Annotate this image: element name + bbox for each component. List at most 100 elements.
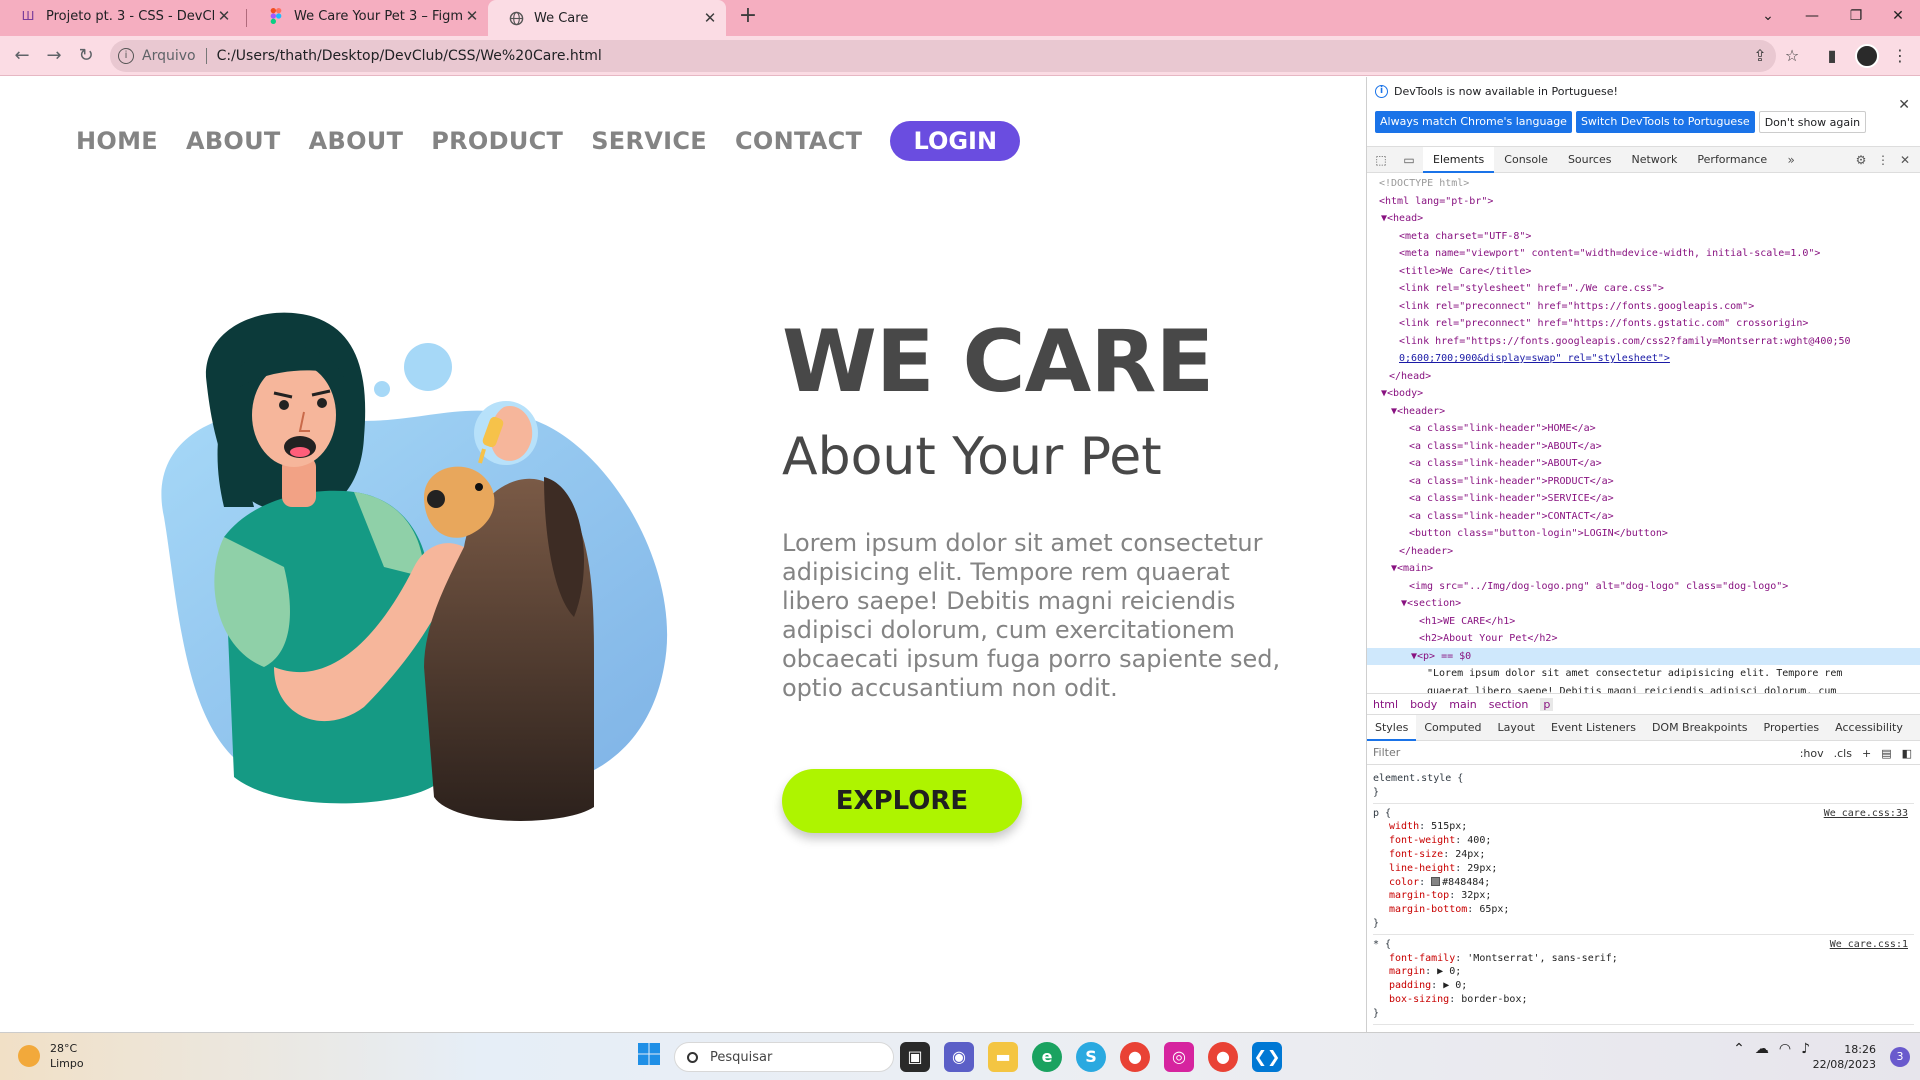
weather-widget[interactable]: 28°C Limpo: [18, 1041, 84, 1071]
dom-line[interactable]: <a class="link-header">ABOUT</a>: [1367, 455, 1920, 473]
explore-button[interactable]: EXPLORE: [782, 769, 1022, 833]
dom-line-selected[interactable]: ▼<p> == $0: [1367, 647, 1920, 665]
tab-figma[interactable]: We Care Your Pet 3 – Figma ✕: [248, 0, 488, 32]
styles-filter[interactable]: Filter :hov .cls + ▤ ◧: [1367, 741, 1920, 765]
rule-selector[interactable]: element.style {: [1373, 772, 1914, 786]
dom-line[interactable]: quaerat libero saepe! Debitis magni reic…: [1367, 683, 1920, 694]
tab-styles[interactable]: Styles: [1367, 714, 1417, 741]
bookmark-star-icon[interactable]: ☆: [1780, 44, 1804, 68]
tab-search-icon[interactable]: ⌄: [1746, 2, 1790, 30]
login-button[interactable]: LOGIN: [890, 121, 1021, 161]
close-tab-icon[interactable]: ✕: [214, 7, 234, 25]
tab-performance[interactable]: Performance: [1687, 147, 1777, 173]
tab-properties[interactable]: Properties: [1756, 715, 1828, 741]
dom-line[interactable]: <a class="link-header">ABOUT</a>: [1367, 438, 1920, 456]
task-view-icon[interactable]: ▣: [900, 1042, 930, 1072]
dom-line[interactable]: 0;600;700;900&display=swap" rel="stylesh…: [1367, 350, 1920, 368]
forward-arrow-icon[interactable]: →: [42, 44, 66, 68]
switch-portuguese-button[interactable]: Switch DevTools to Portuguese: [1575, 111, 1755, 133]
dom-line[interactable]: <a class="link-header">HOME</a>: [1367, 420, 1920, 438]
close-icon[interactable]: ✕: [1898, 97, 1910, 113]
tab-event-listeners[interactable]: Event Listeners: [1543, 715, 1644, 741]
share-icon[interactable]: ⇪: [1748, 44, 1772, 68]
settings-gear-icon[interactable]: ⚙: [1850, 153, 1872, 167]
instagram-icon[interactable]: ◎: [1164, 1042, 1194, 1072]
chrome-profile-icon[interactable]: ●: [1208, 1042, 1238, 1072]
hover-state-toggle[interactable]: :hov: [1800, 747, 1824, 760]
tab-network[interactable]: Network: [1621, 147, 1687, 173]
back-arrow-icon[interactable]: ←: [10, 44, 34, 68]
dom-line[interactable]: ▼<head>: [1367, 210, 1920, 228]
dom-line[interactable]: ▼<body>: [1367, 385, 1920, 403]
vscode-icon[interactable]: ❮❯: [1252, 1042, 1282, 1072]
breadcrumb-html[interactable]: html: [1373, 698, 1398, 711]
rule-source-link[interactable]: We care.css:1: [1830, 938, 1908, 952]
dom-line[interactable]: <img src="../Img/dog-logo.png" alt="dog-…: [1367, 578, 1920, 596]
tab-we-care[interactable]: We Care ✕: [488, 0, 726, 36]
dom-line[interactable]: <link href="https://fonts.googleapis.com…: [1367, 333, 1920, 351]
url-text[interactable]: C:/Users/thath/Desktop/DevClub/CSS/We%20…: [217, 48, 602, 64]
rule-source-link[interactable]: We care.css:33: [1824, 807, 1908, 821]
dom-line[interactable]: <link rel="stylesheet" href="./We care.c…: [1367, 280, 1920, 298]
dom-line[interactable]: <a class="link-header">PRODUCT</a>: [1367, 473, 1920, 491]
tab-devclub[interactable]: Ш Projeto pt. 3 - CSS - DevClub ✕: [0, 0, 240, 32]
device-toolbar-icon[interactable]: ▭: [1395, 153, 1423, 167]
tab-computed[interactable]: Computed: [1416, 715, 1489, 741]
address-bar[interactable]: i Arquivo C:/Users/thath/Desktop/DevClub…: [110, 40, 1776, 72]
new-rule-button[interactable]: +: [1862, 747, 1871, 760]
dom-line[interactable]: <h1>WE CARE</h1>: [1367, 613, 1920, 631]
breadcrumb-body[interactable]: body: [1410, 698, 1437, 711]
dom-line[interactable]: <html lang="pt-br">: [1367, 193, 1920, 211]
dom-line[interactable]: <meta charset="UTF-8">: [1367, 228, 1920, 246]
breadcrumb-p[interactable]: p: [1540, 697, 1554, 711]
tab-accessibility[interactable]: Accessibility: [1827, 715, 1911, 741]
info-icon[interactable]: i: [118, 48, 134, 64]
nav-link-home[interactable]: HOME: [76, 127, 158, 155]
file-explorer-icon[interactable]: ▬: [988, 1042, 1018, 1072]
side-panel-icon[interactable]: ▮: [1820, 44, 1844, 68]
dom-line[interactable]: <link rel="preconnect" href="https://fon…: [1367, 315, 1920, 333]
reload-icon[interactable]: ↻: [74, 44, 98, 68]
minimize-button[interactable]: —: [1790, 2, 1834, 30]
tab-console[interactable]: Console: [1494, 147, 1558, 173]
nav-link-about[interactable]: ABOUT: [186, 127, 281, 155]
dom-line[interactable]: <a class="link-header">CONTACT</a>: [1367, 508, 1920, 526]
cloud-icon[interactable]: ☁: [1755, 1041, 1769, 1057]
nav-link-contact[interactable]: CONTACT: [735, 127, 862, 155]
chevron-up-icon[interactable]: ⌃: [1733, 1041, 1745, 1057]
restore-button[interactable]: ❐: [1834, 2, 1878, 30]
menu-dots-icon[interactable]: ⋮: [1888, 44, 1912, 68]
dont-show-again-button[interactable]: Don't show again: [1758, 111, 1867, 133]
tab-sources[interactable]: Sources: [1558, 147, 1622, 173]
clock[interactable]: 18:26 22/08/2023: [1813, 1042, 1876, 1072]
close-tab-icon[interactable]: ✕: [700, 9, 720, 27]
windows-start-icon[interactable]: [634, 1042, 664, 1072]
dom-line[interactable]: <meta name="viewport" content="width=dev…: [1367, 245, 1920, 263]
dom-line[interactable]: </header>: [1367, 543, 1920, 561]
computed-styles-icon[interactable]: ▤: [1881, 747, 1891, 760]
tab-elements[interactable]: Elements: [1423, 146, 1495, 173]
nav-link-about-2[interactable]: ABOUT: [309, 127, 404, 155]
dom-line[interactable]: <h2>About Your Pet</h2>: [1367, 630, 1920, 648]
sidebar-toggle-icon[interactable]: ◧: [1902, 747, 1912, 760]
match-language-button[interactable]: Always match Chrome's language: [1375, 111, 1572, 133]
tab-dom-breakpoints[interactable]: DOM Breakpoints: [1644, 715, 1756, 741]
close-window-button[interactable]: ✕: [1876, 2, 1920, 30]
edge-icon[interactable]: e: [1032, 1042, 1062, 1072]
class-toggle[interactable]: .cls: [1834, 747, 1852, 760]
dom-line[interactable]: <link rel="preconnect" href="https://fon…: [1367, 298, 1920, 316]
new-tab-button[interactable]: +: [736, 4, 760, 28]
dom-line[interactable]: ▼<main>: [1367, 560, 1920, 578]
dom-line[interactable]: <title>We Care</title>: [1367, 263, 1920, 281]
taskbar-search[interactable]: Pesquisar: [674, 1042, 894, 1072]
breadcrumb-section[interactable]: section: [1489, 698, 1529, 711]
dom-line[interactable]: <!DOCTYPE html>: [1367, 175, 1920, 193]
chrome-icon[interactable]: ●: [1120, 1042, 1150, 1072]
profile-avatar[interactable]: [1855, 44, 1879, 68]
dom-line[interactable]: ▼<section>: [1367, 595, 1920, 613]
more-tabs-icon[interactable]: »: [1777, 153, 1805, 167]
skype-icon[interactable]: S: [1076, 1042, 1106, 1072]
close-tab-icon[interactable]: ✕: [462, 7, 482, 25]
color-swatch[interactable]: [1431, 877, 1441, 887]
close-devtools-icon[interactable]: ✕: [1894, 153, 1916, 167]
